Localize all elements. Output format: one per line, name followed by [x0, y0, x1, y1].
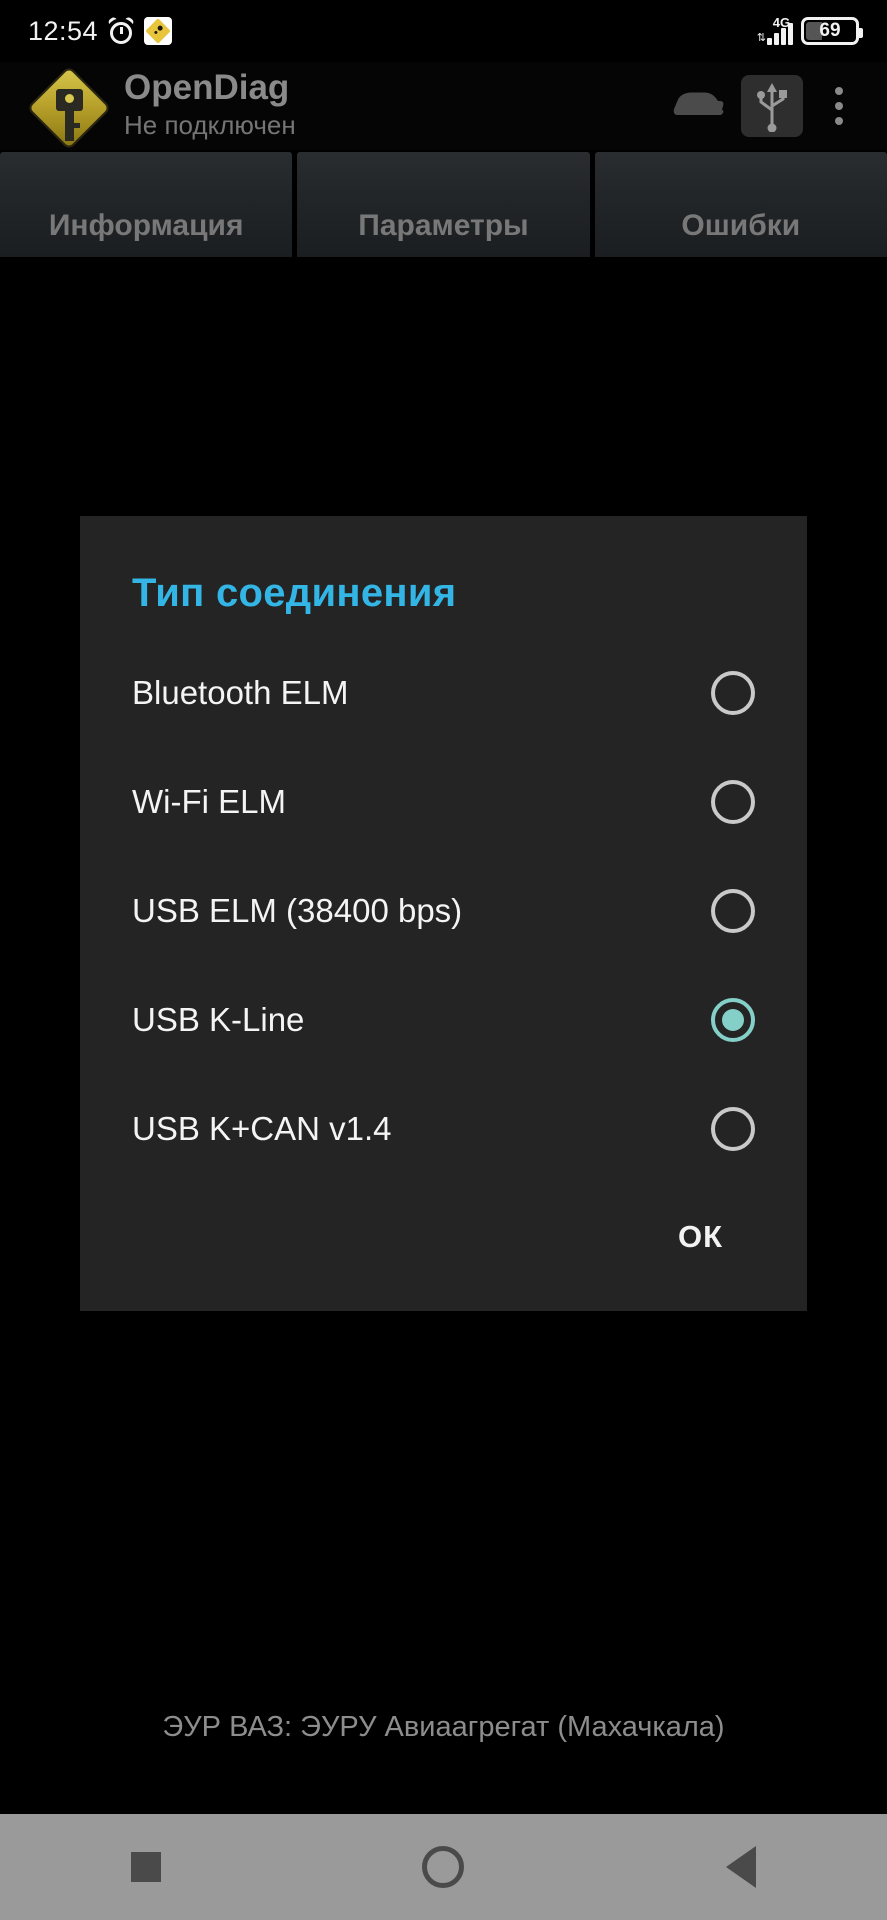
data-transfer-icon: ⇅: [756, 31, 766, 44]
option-label: USB K-Line: [132, 1000, 305, 1038]
tab-parameters-label: Параметры: [358, 209, 529, 242]
network-type-label: 4G: [772, 14, 791, 30]
radio-usb-elm[interactable]: [711, 888, 755, 933]
app-title: OpenDiag: [124, 68, 290, 108]
tab-errors[interactable]: Ошибки: [594, 152, 887, 257]
option-label: USB K+CAN v1.4: [132, 1109, 392, 1147]
connection-options-list: Bluetooth ELM Wi-Fi ELM USB ELM (38400 b…: [80, 616, 807, 1183]
option-wifi-elm[interactable]: Wi-Fi ELM: [80, 747, 807, 856]
app-toolbar: [667, 75, 863, 137]
battery-percent-label: 69: [819, 19, 841, 41]
option-bluetooth-elm[interactable]: Bluetooth ELM: [80, 638, 807, 747]
radio-usb-kline[interactable]: [711, 997, 755, 1042]
app-header-bar: OpenDiag Не подключен: [0, 62, 887, 151]
circle-home-icon[interactable]: [422, 1846, 465, 1888]
dialog-title: Тип соединения: [132, 571, 457, 615]
option-label: Wi-Fi ELM: [132, 782, 286, 820]
radio-bluetooth-elm[interactable]: [711, 670, 755, 715]
bottom-status-bar: ЭУР ВАЗ: ЭУРУ Авиаагрегат (Махачкала): [0, 1698, 887, 1756]
option-usb-kline[interactable]: USB K-Line: [80, 965, 807, 1074]
app-title-block: OpenDiag Не подключен: [124, 70, 296, 141]
bottom-status-label: ЭУР ВАЗ: ЭУРУ Авиаагрегат (Махачкала): [162, 1710, 725, 1743]
status-bar-right: 4G ⇅ 69: [756, 14, 863, 46]
tab-parameters[interactable]: Параметры: [297, 152, 590, 257]
android-navigation-bar: [0, 1814, 887, 1920]
option-usb-kcan[interactable]: USB K+CAN v1.4: [80, 1074, 807, 1183]
battery-icon: 69: [801, 16, 863, 45]
status-bar-left: 12:54: [28, 15, 173, 47]
connection-status-subtitle: Не подключен: [124, 110, 296, 141]
tab-information[interactable]: Информация: [0, 152, 293, 257]
tab-errors-label: Ошибки: [681, 209, 801, 242]
connection-type-dialog: Тип соединения Bluetooth ELM Wi-Fi ELM U…: [80, 516, 807, 1311]
tab-information-label: Информация: [48, 209, 244, 242]
overflow-menu-icon[interactable]: [815, 75, 863, 137]
tab-bar: Информация Параметры Ошибки: [0, 152, 887, 257]
car-icon[interactable]: [667, 75, 729, 137]
square-recents-icon[interactable]: [130, 1852, 161, 1882]
usb-icon[interactable]: [741, 75, 803, 137]
opendiag-notification-icon: [144, 17, 173, 45]
radio-wifi-elm[interactable]: [711, 779, 755, 824]
system-status-bar: 12:54 4G ⇅ 69: [0, 0, 887, 62]
status-bar-clock: 12:54: [28, 15, 99, 46]
signal-bars-icon: 4G ⇅: [756, 14, 793, 46]
option-label: Bluetooth ELM: [132, 673, 349, 711]
radio-usb-kcan[interactable]: [711, 1106, 755, 1151]
option-usb-elm[interactable]: USB ELM (38400 bps): [80, 856, 807, 965]
dialog-actions: ОК: [80, 1183, 807, 1311]
opendiag-logo-icon: [26, 65, 112, 151]
ok-button[interactable]: ОК: [654, 1205, 747, 1269]
triangle-back-icon[interactable]: [726, 1846, 757, 1888]
alarm-clock-icon: [107, 15, 135, 44]
option-label: USB ELM (38400 bps): [132, 891, 463, 929]
